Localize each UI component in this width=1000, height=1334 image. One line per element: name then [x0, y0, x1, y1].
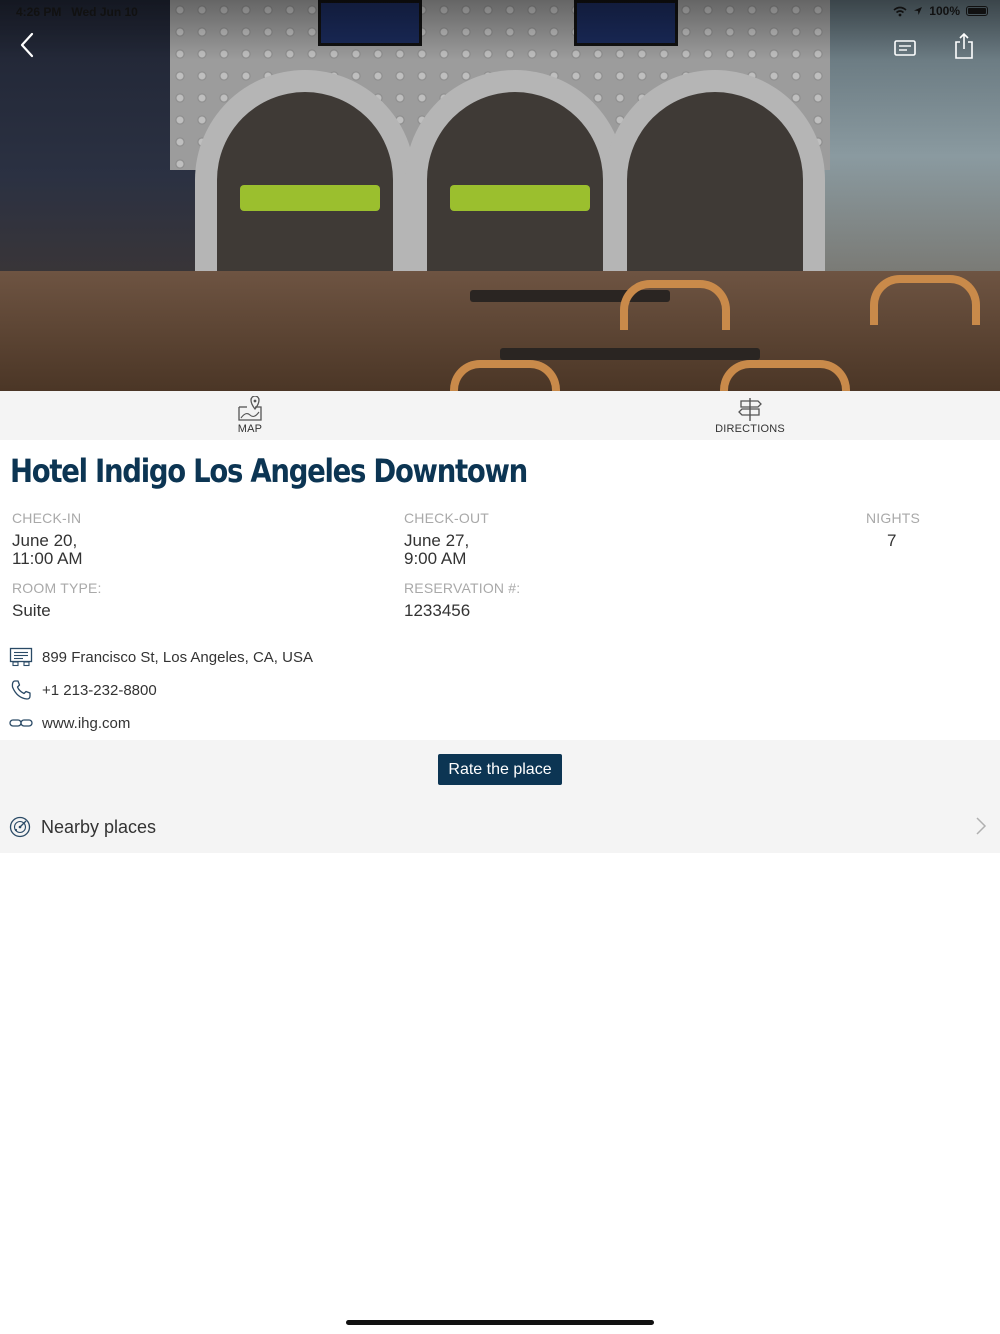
- phone-row[interactable]: +1 213-232-8800: [8, 677, 408, 703]
- radar-icon: [9, 816, 31, 838]
- address-row[interactable]: 899 Francisco St, Los Angeles, CA, USA: [8, 644, 408, 670]
- rate-place-button[interactable]: Rate the place: [438, 754, 562, 785]
- hotel-name: Hotel Indigo Los Angeles Downtown: [10, 452, 528, 490]
- location-icon: [914, 7, 923, 15]
- check-in-label: CHECK-IN: [12, 510, 82, 526]
- nearby-places-label: Nearby places: [41, 817, 157, 837]
- directions-label: DIRECTIONS: [715, 423, 785, 435]
- chevron-right-icon: [976, 817, 987, 835]
- phone-text: +1 213-232-8800: [42, 681, 157, 699]
- share-icon[interactable]: [952, 32, 976, 60]
- photo-bench: [240, 185, 380, 211]
- map-label: MAP: [237, 423, 263, 435]
- link-icon: [8, 710, 34, 736]
- status-bar: 4:26 PM Wed Jun 10 100%: [0, 0, 1000, 24]
- photo-table: [500, 348, 760, 360]
- check-in-date: June 20,: [12, 531, 78, 550]
- nearby-places-row[interactable]: Nearby places: [0, 808, 1000, 846]
- back-button[interactable]: [14, 30, 42, 60]
- reservation-label: RESERVATION #:: [404, 580, 521, 596]
- check-in-time: 11:00 AM: [12, 549, 83, 568]
- reservation-value: 1233456: [404, 601, 471, 620]
- directions-button[interactable]: DIRECTIONS: [705, 391, 795, 440]
- signpost-icon: [738, 398, 762, 421]
- website-link: www.ihg.com: [42, 714, 131, 732]
- photo-chair: [450, 360, 560, 391]
- action-bar: MAP DIRECTIONS: [0, 391, 1000, 440]
- room-type-value: Suite: [12, 601, 51, 620]
- status-time: 4:26 PM Wed Jun 10: [16, 5, 138, 19]
- photo-bench: [450, 185, 590, 211]
- check-out-time: 9:00 AM: [404, 549, 467, 568]
- bottom-panel: Rate the place Nearby places: [0, 740, 1000, 853]
- address-text: 899 Francisco St, Los Angeles, CA, USA: [42, 648, 313, 666]
- hotel-photo: [0, 0, 1000, 391]
- photo-chair: [620, 280, 730, 330]
- nights-value: 7: [887, 531, 897, 550]
- battery-icon: [966, 6, 988, 16]
- card-icon[interactable]: [892, 36, 920, 60]
- website-row[interactable]: www.ihg.com: [8, 710, 408, 736]
- photo-chair: [720, 360, 850, 391]
- wifi-icon: [893, 6, 907, 16]
- address-card-icon: [8, 644, 34, 670]
- room-type-label: ROOM TYPE:: [12, 580, 102, 596]
- check-out-date: June 27,: [404, 531, 470, 550]
- battery-percent: 100%: [929, 4, 960, 18]
- home-indicator[interactable]: [346, 1320, 654, 1325]
- check-out-label: CHECK-OUT: [404, 510, 490, 526]
- status-indicators: 100%: [893, 4, 988, 18]
- map-button[interactable]: MAP: [220, 391, 280, 440]
- phone-icon: [8, 677, 34, 703]
- map-icon: [238, 396, 262, 421]
- nights-label: NIGHTS: [866, 510, 921, 526]
- photo-chair: [870, 275, 980, 325]
